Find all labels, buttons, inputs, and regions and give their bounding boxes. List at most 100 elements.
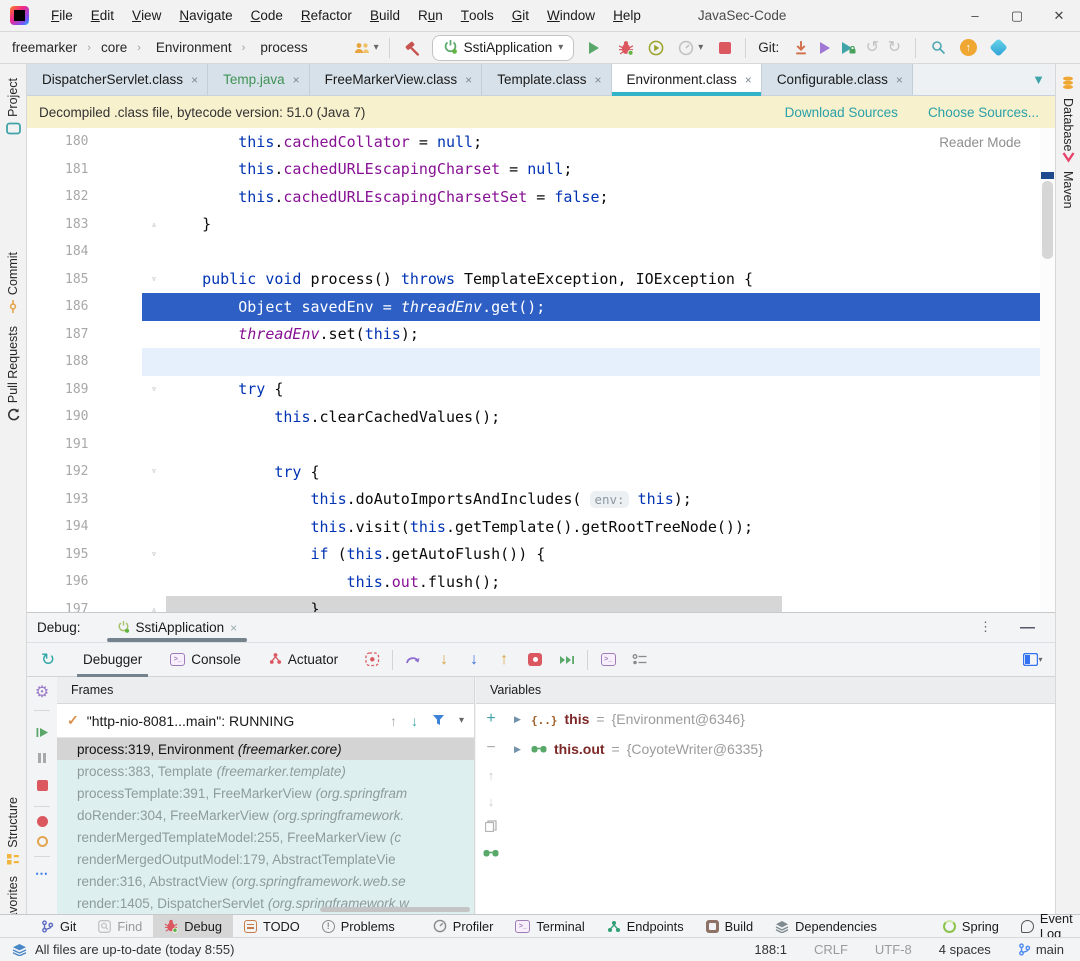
code-line[interactable]: 180 this. cachedCollator = null;	[27, 128, 1055, 156]
menu-build[interactable]: Build	[361, 0, 409, 32]
code-line[interactable]: 186 Object savedEnv = threadEnv .get();	[27, 293, 1055, 321]
line-number[interactable]: 188	[27, 348, 142, 376]
menu-git[interactable]: Git	[503, 0, 538, 32]
toolwindow-button-problems[interactable]: ! Problems	[311, 915, 406, 938]
line-number[interactable]: 180	[27, 128, 142, 156]
menu-refactor[interactable]: Refactor	[292, 0, 361, 32]
pause-program-icon[interactable]	[38, 753, 46, 763]
code-editor[interactable]: Reader Mode 180 this. cachedCollator = nu…	[27, 128, 1055, 612]
code-line[interactable]: 182 this. cachedURLEscapingCharsetSet = f…	[27, 183, 1055, 211]
tab-close-icon[interactable]: ×	[896, 73, 903, 87]
fold-marker-icon[interactable]: ▿	[142, 266, 166, 294]
menu-code[interactable]: Code	[242, 0, 292, 32]
duplicate-watch-icon[interactable]	[484, 820, 497, 835]
toolwindow-button-endpoints[interactable]: Endpoints	[596, 915, 695, 938]
menu-tools[interactable]: Tools	[452, 0, 503, 32]
move-watch-up-icon[interactable]: ↑	[488, 768, 495, 783]
frame-row[interactable]: process:383, Template (freemarker.templat…	[57, 760, 474, 782]
line-separator[interactable]: CRLF	[814, 942, 848, 957]
sidebar-item-database[interactable]: Database	[1056, 76, 1080, 152]
indent-setting[interactable]: 4 spaces	[939, 942, 991, 957]
force-step-into-icon[interactable]: ↓	[463, 651, 485, 668]
expand-chevron-icon[interactable]: ▶	[514, 744, 524, 755]
prev-frame-icon[interactable]: ↑	[390, 713, 397, 729]
thread-dropdown-icon[interactable]: ▾	[459, 715, 464, 726]
rollback-icon[interactable]: ↺	[861, 39, 883, 56]
hidden-tabs-chevron-icon[interactable]: ▼	[1032, 64, 1055, 95]
stop-button[interactable]	[713, 36, 737, 60]
editor-tab[interactable]: Temp.java ×	[208, 64, 310, 95]
line-number[interactable]: 189	[27, 375, 142, 403]
breadcrumb-item[interactable]: Environment	[156, 40, 232, 55]
code-with-me-users-icon[interactable]	[350, 36, 374, 60]
frames-hscrollbar-thumb[interactable]	[320, 907, 470, 912]
tab-close-icon[interactable]: ×	[745, 73, 752, 87]
code-line[interactable]: 188	[27, 348, 1055, 376]
editor-tab[interactable]: FreeMarkerView.class ×	[309, 64, 483, 95]
minimize-button[interactable]: –	[954, 0, 996, 32]
status-message[interactable]: All files are up-to-date (today 8:55)	[35, 942, 234, 957]
line-number[interactable]: 183	[27, 210, 142, 238]
evaluate-console-icon[interactable]: >_	[596, 648, 620, 672]
sidebar-item-pull-requests[interactable]: Pull Requests	[0, 326, 26, 424]
toolwindow-button-dependencies[interactable]: Dependencies	[764, 915, 888, 938]
run-to-cursor-icon[interactable]	[555, 648, 579, 672]
line-number[interactable]: 184	[27, 238, 142, 266]
build-hammer-icon[interactable]	[400, 36, 424, 60]
file-encoding[interactable]: UTF-8	[875, 942, 912, 957]
remove-watch-icon[interactable]: −	[486, 739, 495, 757]
fold-marker-icon[interactable]: ▿	[142, 458, 166, 486]
toolwindow-button-event-log[interactable]: Event Log	[1010, 911, 1080, 941]
line-number[interactable]: 191	[27, 430, 142, 458]
tab-close-icon[interactable]: ×	[191, 73, 198, 87]
tab-close-icon[interactable]: ×	[594, 73, 601, 87]
menu-run[interactable]: Run	[409, 0, 452, 32]
editor-scrollbar[interactable]	[1040, 128, 1055, 612]
code-line[interactable]: 184	[27, 238, 1055, 266]
frame-row[interactable]: doRender:304, FreeMarkerView (org.springf…	[57, 804, 474, 826]
line-number[interactable]: 185	[27, 265, 142, 293]
fold-marker-icon[interactable]: ▵	[142, 596, 166, 612]
reader-mode-label[interactable]: Reader Mode	[939, 135, 1021, 150]
toolwindow-button-debug[interactable]: Debug	[153, 914, 233, 938]
code-with-me-dropdown-icon[interactable]: ▾	[374, 42, 379, 53]
caret-position[interactable]: 188:1	[754, 942, 787, 957]
tab-close-icon[interactable]: ×	[465, 73, 472, 87]
debug-session-tab[interactable]: SstiApplication ×	[106, 613, 248, 642]
menu-edit[interactable]: Edit	[82, 0, 123, 32]
profiler-button[interactable]	[674, 36, 698, 60]
fold-marker-icon[interactable]: ▿	[142, 376, 166, 404]
toolwindow-button-git[interactable]: Git	[30, 915, 87, 938]
git-update-project-icon[interactable]	[789, 36, 813, 60]
sidebar-item-maven[interactable]: Maven	[1056, 152, 1080, 209]
editor-tab[interactable]: Configurable.class ×	[761, 64, 913, 95]
sidebar-item-commit[interactable]: Commit	[0, 252, 26, 316]
resume-program-icon[interactable]	[30, 720, 54, 744]
editor-tab[interactable]: Template.class ×	[482, 64, 612, 95]
breadcrumb-item[interactable]: core	[101, 40, 127, 55]
view-breakpoints-icon[interactable]	[36, 816, 48, 827]
run-configuration-select[interactable]: SstiApplication ▾	[431, 34, 575, 61]
fold-marker-icon[interactable]: ▿	[142, 541, 166, 569]
code-line[interactable]: 192 ▿ try {	[27, 458, 1055, 486]
mute-breakpoints-toggle-icon[interactable]	[36, 836, 48, 847]
debug-button[interactable]	[614, 36, 638, 60]
fold-marker-icon[interactable]: ▵	[142, 211, 166, 239]
code-line[interactable]: 191	[27, 430, 1055, 458]
search-everywhere-icon[interactable]	[926, 36, 950, 60]
variable-row[interactable]: ▶ {..} this = {Environment@6346}	[506, 704, 1055, 734]
debug-tab-console[interactable]: >_ Console	[164, 642, 247, 677]
hide-panel-icon[interactable]: —	[1020, 619, 1035, 636]
next-frame-icon[interactable]: ↓	[411, 713, 418, 729]
code-line[interactable]: 187 threadEnv .set(this);	[27, 320, 1055, 348]
line-number[interactable]: 194	[27, 513, 142, 541]
code-line[interactable]: 194 this .visit(this .getTemplate().getRoo…	[27, 513, 1055, 541]
sidebar-item-structure[interactable]: Structure	[0, 797, 26, 868]
scrollbar-thumb[interactable]	[1042, 181, 1053, 259]
code-line[interactable]: 195 ▿ if (this .getAutoFlush()) {	[27, 540, 1055, 569]
git-branch-widget[interactable]: main	[1018, 942, 1064, 957]
code-line[interactable]: 190 this .clearCachedValues();	[27, 403, 1055, 431]
more-actions-icon[interactable]: ⋯	[35, 866, 49, 882]
line-number[interactable]: 181	[27, 155, 142, 183]
frame-row[interactable]: renderMergedOutputModel:179, AbstractTem…	[57, 848, 474, 870]
